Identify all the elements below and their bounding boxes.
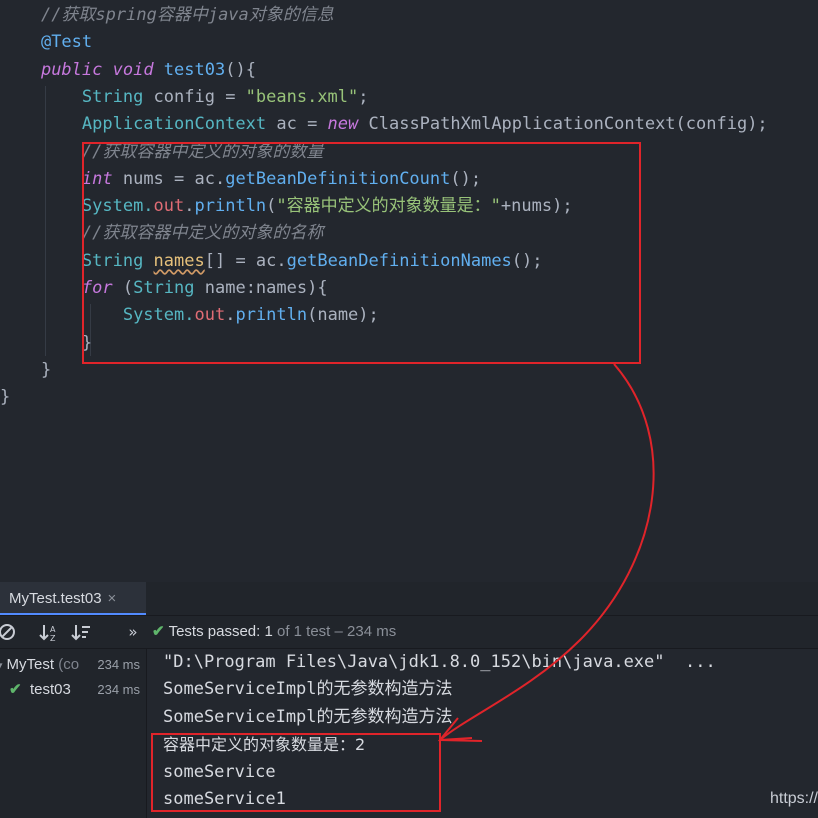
code-line: String config = "beans.xml"; <box>0 84 369 111</box>
tree-row-mytest[interactable]: ▾MyTest (co 234 ms <box>0 652 146 677</box>
console-line: SomeServiceImpl的无参数构造方法 <box>163 679 453 699</box>
code-line: } <box>0 330 92 357</box>
close-icon[interactable]: × <box>108 590 117 607</box>
run-panel: MyTest.test03 × AZ » ✔ Tests passed: 1 of … <box>0 582 818 818</box>
status-suffix: of 1 test – 234 ms <box>272 623 397 640</box>
svg-text:Z: Z <box>50 634 56 642</box>
code-line: } <box>0 384 10 411</box>
code-token: (){ <box>225 59 256 80</box>
code-line: public void test03(){ <box>0 57 256 84</box>
code-token: String <box>81 86 154 107</box>
code-token: } <box>40 359 52 380</box>
status-count: 1 <box>264 623 273 640</box>
check-icon: ✔ <box>152 623 165 640</box>
code-token: public <box>40 59 113 80</box>
code-line: ApplicationContext ac = new ClassPathXml… <box>0 111 768 138</box>
code-token: @Test <box>40 32 93 53</box>
code-line: //获取spring容器中java对象的信息 <box>0 2 334 29</box>
tree-time: 234 ms <box>97 657 140 672</box>
highlight-box-code <box>82 142 641 364</box>
code-token: void <box>112 59 164 80</box>
console-line: SomeServiceImpl的无参数构造方法 <box>163 707 453 727</box>
code-editor[interactable]: //获取spring容器中java对象的信息 @Test public void… <box>0 0 818 582</box>
tree-sublabel: (co <box>54 656 80 673</box>
code-line: } <box>0 357 51 384</box>
code-token: ; <box>358 86 369 107</box>
run-toolbar: AZ » ✔ Tests passed: 1 of 1 test – 234 ms <box>0 616 818 649</box>
test-status: ✔ Tests passed: 1 of 1 test – 234 ms <box>152 621 396 643</box>
highlight-box-output <box>151 733 441 812</box>
tab-label: MyTest.test03 <box>9 590 102 607</box>
sort-by-duration-icon[interactable] <box>70 622 92 642</box>
tree-time: 234 ms <box>97 682 140 697</box>
code-token: ClassPathXmlApplicationContext(config); <box>368 114 768 135</box>
run-tab-bar: MyTest.test03 × <box>0 582 818 616</box>
tab-mytest-test03[interactable]: MyTest.test03 × <box>0 582 146 615</box>
code-token: ApplicationContext <box>81 114 277 135</box>
stop-icon[interactable] <box>0 622 18 642</box>
code-token: new <box>327 114 369 135</box>
code-token: "beans.xml" <box>245 86 359 107</box>
console-line: "D:\Program Files\Java\jdk1.8.0_152\bin\… <box>163 652 716 672</box>
code-token: //获取spring容器中java对象的信息 <box>40 5 334 25</box>
test-tree: ▾MyTest (co 234 ms ✔ test03 234 ms <box>0 649 147 818</box>
sort-alphabetically-icon[interactable]: AZ <box>38 622 60 643</box>
code-line: @Test <box>0 29 92 56</box>
tree-label: MyTest <box>6 656 55 673</box>
status-prefix: Tests passed: <box>168 623 265 640</box>
watermark-text: https:// <box>769 790 818 807</box>
tree-row-test03[interactable]: ✔ test03 234 ms <box>0 677 146 702</box>
code-token: ac = <box>276 114 328 135</box>
check-icon: ✔ <box>9 681 22 698</box>
code-token: config = <box>153 86 246 107</box>
more-chevron-icon[interactable]: » <box>124 622 142 642</box>
tree-label: test03 <box>30 681 71 698</box>
code-token: test03 <box>163 59 226 80</box>
code-token: } <box>0 387 11 408</box>
svg-text:A: A <box>50 625 56 634</box>
